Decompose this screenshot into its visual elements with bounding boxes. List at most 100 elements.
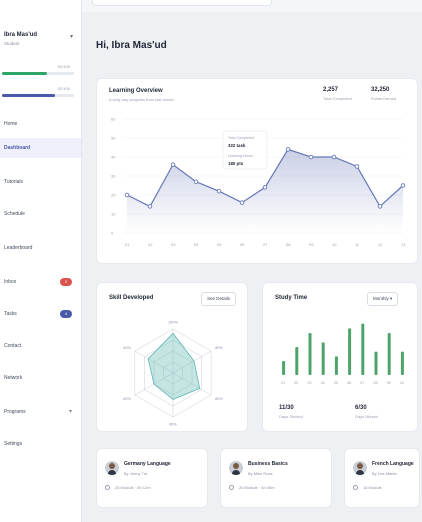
learning-overview-card: Learning Overview A sixty-day progress f… <box>96 78 418 264</box>
sidebar-item-label: Home <box>4 121 18 127</box>
x-tick-label: 02 <box>294 381 298 385</box>
module-icon <box>229 485 234 490</box>
course-title: Germany Language <box>124 461 171 467</box>
bar <box>400 351 404 375</box>
x-tick-label: 04 <box>321 381 325 385</box>
data-point <box>331 154 337 160</box>
stat-value: 2,257 <box>323 87 339 93</box>
y-tick-label: 30 <box>111 174 116 179</box>
y-tick-label: 10 <box>111 212 116 217</box>
sidebar-item-contact[interactable]: Contact <box>0 336 81 356</box>
profile-name: Ibra Mas'ud <box>4 32 38 38</box>
course-card[interactable]: French Language By Lea Martin 16 Module <box>344 448 420 508</box>
sidebar-item-label: Programs <box>4 409 26 415</box>
sidebar-item-tutorials[interactable]: Tutorials <box>0 172 81 192</box>
study-time-chart: 01 02 03 04 05 06 07 08 09 10 <box>281 323 404 385</box>
search-input[interactable] <box>92 0 272 6</box>
course-meta: 20 Module · 4h 40m <box>239 485 275 490</box>
stat-value: 32,250 <box>371 87 390 93</box>
see-details-button[interactable]: See Details <box>201 292 237 306</box>
x-tick-label: 03 <box>171 242 176 247</box>
stat-days-studied: 11/30 Days Studied <box>279 405 303 419</box>
sidebar-item-programs[interactable]: Programs ▾ <box>0 402 81 422</box>
period-select[interactable]: Monthly ▾ <box>367 292 399 306</box>
inbox-count-badge: 2 <box>60 278 72 286</box>
data-point <box>400 183 406 188</box>
learning-overview-chart: 60 50 40 30 20 10 0 01 02 03 04 05 06 07 08 09 10 11 12 13 T… <box>111 117 406 248</box>
stat-points: 32,250 Points Earned <box>371 87 396 101</box>
x-tick-label: 10 <box>400 381 404 385</box>
course-title: French Language <box>372 461 414 467</box>
card-subtitle: A sixty-day progress from last month <box>109 97 174 102</box>
tasks-count-badge: 4 <box>60 310 72 318</box>
course-title: Business Basics <box>248 461 288 467</box>
sidebar-item-leaderboard[interactable]: Leaderboard <box>0 238 81 258</box>
avatar <box>353 461 367 475</box>
sidebar-item-dashboard[interactable]: Dashboard <box>0 138 81 158</box>
y-tick-label: 50 <box>111 136 116 141</box>
module-icon <box>105 485 110 490</box>
stat-total-completed: 2,257 Total Completed <box>323 87 352 101</box>
x-tick-label: 08 <box>286 242 291 247</box>
bar <box>374 351 378 375</box>
course-author: By Lea Martin <box>372 471 397 476</box>
radar-tick-label: 60% <box>123 397 131 401</box>
x-tick-label: 03 <box>308 381 312 385</box>
chevron-down-icon: ▾ <box>68 409 72 415</box>
sidebar-item-label: Contact <box>4 343 22 349</box>
skill-radar-chart: 100% 80% 80% 60% 60% 40% <box>123 321 223 427</box>
stat-days-missed: 6/30 Days Missed <box>355 405 378 419</box>
course-author: By Mike Ross <box>248 471 273 476</box>
x-tick-label: 01 <box>281 381 285 385</box>
sidebar-item-inbox[interactable]: Inbox 2 <box>0 272 81 292</box>
x-tick-label: 06 <box>240 242 245 247</box>
x-tick-label: 13 <box>401 242 406 247</box>
chevron-down-icon: ▾ <box>70 34 74 40</box>
x-tick-label: 10 <box>332 242 337 247</box>
x-tick-label: 05 <box>334 381 338 385</box>
stat-label: Days Studied <box>279 414 303 419</box>
radar-tick-label: 40% <box>123 346 131 350</box>
tooltip-text: Total Completed <box>228 136 254 140</box>
bar <box>361 323 365 375</box>
data-point <box>216 188 222 194</box>
bar <box>348 328 352 375</box>
course-author: By Jenny Tut <box>124 471 148 476</box>
sidebar-item-label: Settings <box>4 441 23 447</box>
stat-label: Days Missed <box>355 414 378 419</box>
sidebar-item-settings[interactable]: Settings <box>0 434 81 454</box>
data-point <box>354 164 360 169</box>
x-tick-label: 11 <box>355 242 360 247</box>
sidebar-item-home[interactable]: Home <box>0 114 81 134</box>
tooltip-text: 322 task <box>228 143 246 148</box>
study-time-card: Study Time Monthly ▾ 01 02 03 04 05 06 07 08 09 1… <box>262 282 418 432</box>
sidebar-item-label: Leaderboard <box>4 245 33 251</box>
bar <box>334 356 338 375</box>
x-tick-label: 12 <box>378 242 383 247</box>
x-tick-label: 02 <box>148 242 153 247</box>
sidebar-item-label: Tasks <box>4 311 17 317</box>
x-tick-label: 06 <box>347 381 351 385</box>
card-title: Study Time <box>275 295 308 301</box>
card-title: Skill Developed <box>109 295 154 301</box>
x-tick-label: 08 <box>374 381 378 385</box>
data-point <box>147 204 153 209</box>
course-card[interactable]: Germany Language By Jenny Tut 28 Module … <box>96 448 208 508</box>
sidebar-item-network[interactable]: Network <box>0 368 81 388</box>
sidebar: Ibra Mas'ud Student ▾ 62/100 52/100 Home… <box>0 0 82 522</box>
sidebar-item-schedule[interactable]: Schedule <box>0 204 81 224</box>
top-bar <box>82 0 422 12</box>
y-tick-label: 0 <box>111 231 114 236</box>
profile-switcher[interactable]: Ibra Mas'ud Student ▾ <box>2 30 78 56</box>
progress-label: 52/100 <box>57 86 70 91</box>
tooltip-text: 180 pts <box>228 161 244 166</box>
progress-fill <box>2 72 47 75</box>
data-point <box>377 204 383 209</box>
radar-series <box>147 332 201 400</box>
progress-track <box>2 94 74 97</box>
data-point <box>285 147 291 152</box>
progress-bar: 52/100 <box>2 86 76 102</box>
course-card[interactable]: Business Basics By Mike Ross 20 Module ·… <box>220 448 332 508</box>
sidebar-item-tasks[interactable]: Tasks 4 <box>0 304 81 324</box>
bar <box>295 347 299 375</box>
